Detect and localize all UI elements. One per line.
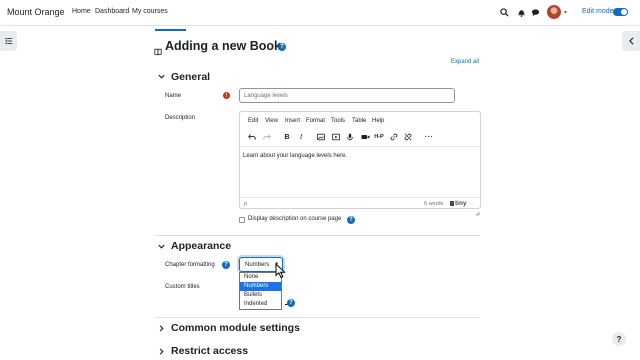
- user-avatar[interactable]: [547, 5, 561, 19]
- editor-toolbar-divider: [240, 146, 480, 147]
- resize-handle-icon[interactable]: [475, 203, 480, 221]
- section-divider: [155, 317, 480, 318]
- tiny-logo-text: tiny: [455, 200, 467, 207]
- chevron-down-icon[interactable]: ▾: [564, 9, 567, 16]
- microphone-icon[interactable]: [344, 131, 356, 143]
- chevron-down-icon[interactable]: [158, 73, 165, 82]
- display-description-checkbox[interactable]: [239, 217, 245, 223]
- dropdown-option-indented[interactable]: Indented: [240, 300, 281, 309]
- edit-mode-label: Edit mode: [582, 8, 614, 15]
- help-button[interactable]: ?: [612, 332, 626, 346]
- section-title-restrict-access[interactable]: Restrict access: [171, 345, 248, 357]
- page-title: Adding a new Book: [165, 39, 281, 53]
- name-input[interactable]: Language levels: [239, 88, 455, 103]
- help-icon[interactable]: ?: [347, 216, 355, 224]
- active-tab-indicator: [155, 29, 186, 31]
- block-drawer-toggle[interactable]: [622, 31, 640, 51]
- book-icon: [154, 43, 162, 61]
- section-title-common-module-settings[interactable]: Common module settings: [171, 322, 300, 334]
- name-label: Name: [165, 93, 182, 99]
- bold-icon[interactable]: B: [281, 131, 293, 143]
- edit-mode-toggle[interactable]: [613, 8, 628, 16]
- chat-icon[interactable]: [528, 5, 542, 19]
- media-icon[interactable]: [330, 131, 342, 143]
- required-icon: !: [223, 92, 230, 99]
- description-label: Description: [165, 115, 196, 121]
- editor-element-path[interactable]: p: [244, 201, 247, 207]
- editor-menu-table[interactable]: Table: [352, 118, 366, 124]
- nav-link-my-courses[interactable]: My courses: [132, 8, 168, 15]
- list-icon: [4, 37, 12, 45]
- chevron-down-icon[interactable]: [158, 243, 165, 252]
- course-index-toggle[interactable]: [0, 31, 17, 51]
- editor-menu-format[interactable]: Format: [306, 118, 325, 124]
- description-editor[interactable]: [239, 111, 481, 209]
- undo-icon[interactable]: [246, 131, 258, 143]
- chapter-formatting-label: Chapter formatting: [165, 262, 215, 268]
- custom-titles-label: Custom titles: [165, 284, 200, 290]
- search-icon[interactable]: [497, 5, 511, 19]
- nav-link-dashboard[interactable]: Dashboard: [95, 8, 129, 15]
- expand-all-link[interactable]: Expand all: [451, 59, 479, 65]
- chevron-left-icon: [628, 37, 633, 45]
- section-divider: [155, 235, 480, 236]
- editor-word-count[interactable]: 6 words: [424, 201, 443, 207]
- editor-menu-help[interactable]: Help: [372, 118, 384, 124]
- editor-menu-edit[interactable]: Edit: [248, 118, 258, 124]
- help-icon[interactable]: ?: [278, 43, 286, 51]
- image-icon[interactable]: [315, 131, 327, 143]
- video-icon[interactable]: [359, 131, 371, 143]
- editor-menu-tools[interactable]: Tools: [331, 118, 345, 124]
- section-title-general[interactable]: General: [171, 71, 210, 83]
- help-icon[interactable]: ?: [287, 299, 295, 307]
- bell-icon[interactable]: [514, 5, 528, 19]
- help-icon[interactable]: ?: [222, 261, 230, 269]
- chapter-formatting-value: Numbers: [245, 261, 270, 268]
- mouse-cursor-icon: [275, 262, 287, 284]
- dropdown-option-bullets[interactable]: Bullets: [240, 291, 281, 300]
- redo-icon[interactable]: [261, 131, 273, 143]
- chevron-right-icon[interactable]: [158, 348, 165, 357]
- display-description-label: Display description on course page: [248, 216, 342, 222]
- more-icon[interactable]: ···: [423, 131, 435, 143]
- editor-menu-insert[interactable]: Insert: [285, 118, 300, 124]
- tiny-logo-mark: [450, 200, 454, 206]
- editor-content[interactable]: Learn about your language levels here.: [243, 153, 347, 159]
- tiny-logo: tiny: [450, 200, 467, 207]
- italic-icon[interactable]: I: [295, 131, 307, 143]
- h5p-icon[interactable]: H-P: [373, 131, 385, 143]
- section-title-appearance[interactable]: Appearance: [171, 240, 231, 252]
- editor-menu-view[interactable]: View: [265, 118, 278, 124]
- unlink-icon[interactable]: [402, 131, 414, 143]
- chevron-right-icon[interactable]: [158, 325, 165, 334]
- nav-link-home[interactable]: Home: [72, 8, 91, 15]
- editor-statusbar-divider: [240, 197, 480, 198]
- site-brand[interactable]: Mount Orange: [7, 7, 65, 17]
- link-icon[interactable]: [388, 131, 400, 143]
